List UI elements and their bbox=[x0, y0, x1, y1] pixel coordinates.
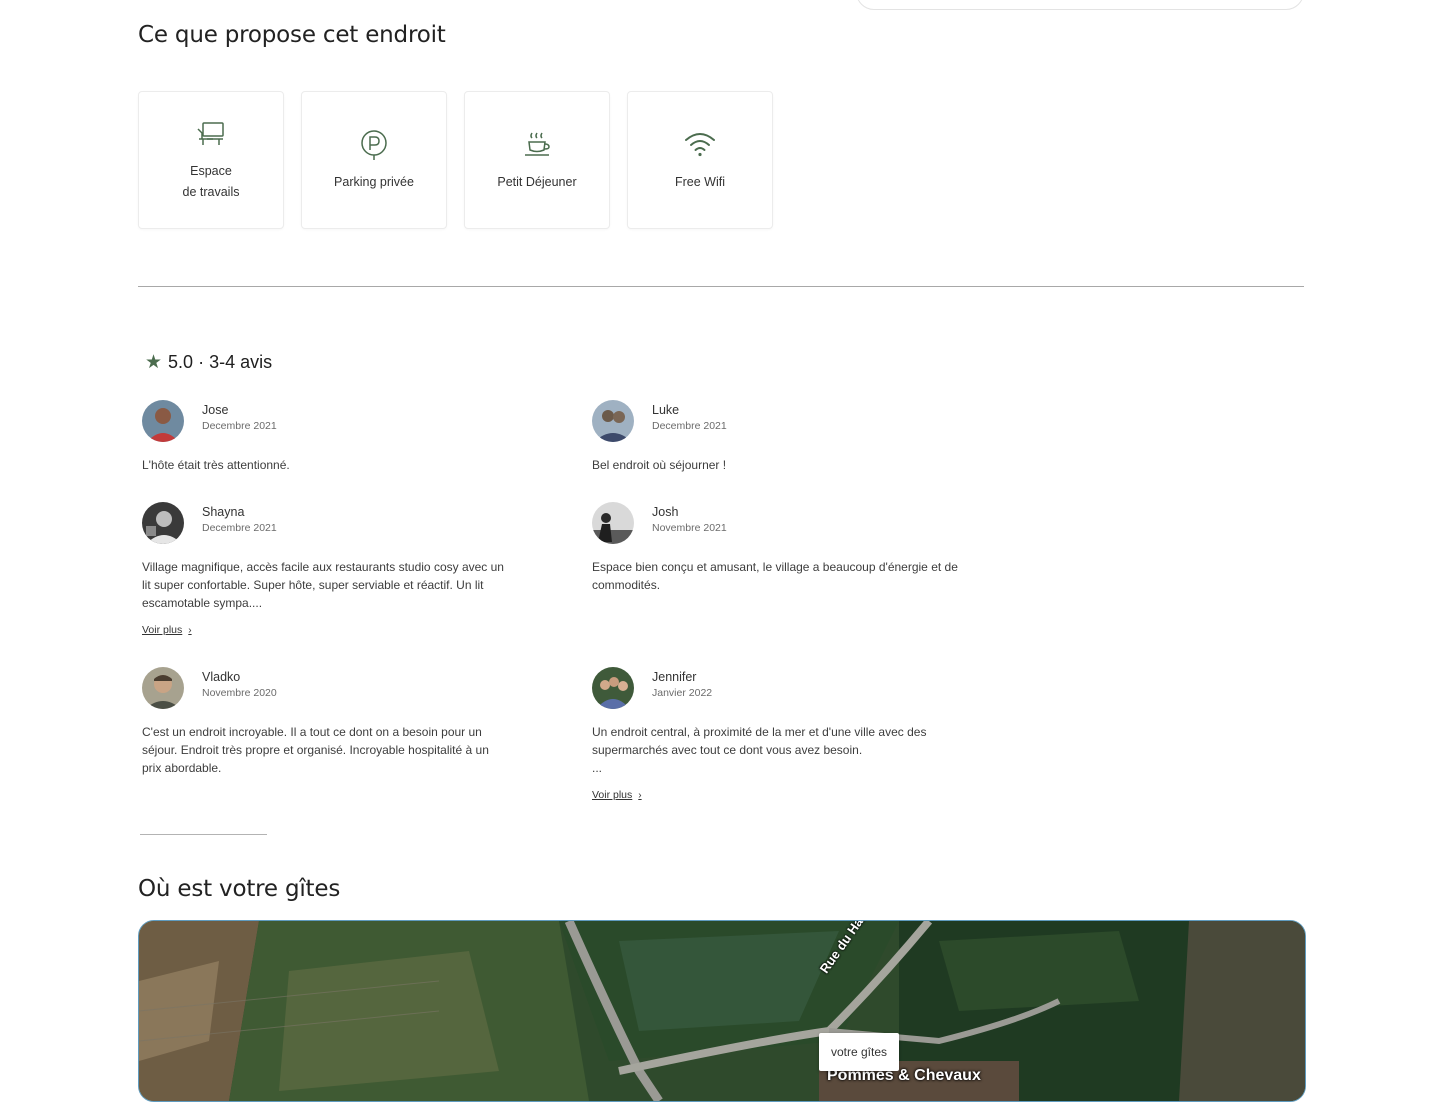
breakfast-icon bbox=[525, 132, 550, 156]
amenity-label: Espace de travails bbox=[182, 164, 240, 199]
review-text: C'est un endroit incroyable. Il a tout c… bbox=[142, 725, 489, 775]
avatar bbox=[592, 400, 634, 442]
workspace-icon bbox=[197, 122, 224, 145]
review-date: Decembre 2021 bbox=[202, 522, 277, 534]
review-card: Luke Decembre 2021 Bel endroit où séjour… bbox=[592, 400, 992, 474]
parking-icon bbox=[361, 129, 387, 160]
avatar bbox=[142, 400, 184, 442]
map-marker-label[interactable]: votre gîtes bbox=[819, 1033, 900, 1071]
review-text: Bel endroit où séjourner ! bbox=[592, 458, 727, 472]
section-divider bbox=[138, 286, 1304, 287]
location-title: Où est votre gîtes bbox=[138, 876, 341, 902]
amenity-card-parking: Parking privée bbox=[301, 91, 447, 229]
amenity-label: Free Wifi bbox=[675, 174, 725, 189]
reviewer-name: Vladko bbox=[202, 670, 241, 684]
review-text: Espace bien conçu et amusant, le village… bbox=[592, 560, 958, 592]
reviewer-name: Josh bbox=[652, 505, 679, 519]
amenity-card-wifi: Free Wifi bbox=[627, 91, 773, 229]
review-date: Decembre 2021 bbox=[652, 420, 727, 432]
avatar bbox=[592, 667, 634, 709]
avatar bbox=[142, 502, 184, 544]
star-icon: ★ bbox=[145, 352, 163, 373]
chevron-right-icon: › bbox=[638, 790, 642, 801]
amenity-label: Petit Déjeuner bbox=[497, 174, 577, 189]
reviewer-name: Shayna bbox=[202, 505, 245, 519]
review-card: Jose Decembre 2021 L'hôte était très att… bbox=[142, 400, 542, 474]
review-card: Shayna Decembre 2021 Village magnifique,… bbox=[142, 502, 542, 638]
reviewer-name: Luke bbox=[652, 403, 680, 417]
chevron-right-icon: › bbox=[188, 625, 192, 636]
reviewer-name: Jose bbox=[202, 403, 229, 417]
voir-plus-link[interactable]: Voir plus › bbox=[592, 789, 642, 801]
section-divider-short bbox=[140, 834, 267, 835]
review-text: Village magnifique, accès facile aux res… bbox=[142, 560, 504, 610]
amenity-card-breakfast: Petit Déjeuner bbox=[464, 91, 610, 229]
review-date: Decembre 2021 bbox=[202, 420, 277, 432]
rating-summary: 5.0 · 3-4 avis bbox=[168, 352, 273, 372]
review-text: Un endroit central, à proximité de la me… bbox=[592, 725, 927, 775]
review-card: Jennifer Janvier 2022 Un endroit central… bbox=[592, 667, 992, 803]
location-map[interactable]: Rue du Hamelet Pommes & Chevaux votre gî… bbox=[138, 920, 1306, 1102]
rating-heading: ★ 5.0 · 3-4 avis bbox=[145, 352, 272, 373]
review-card: Josh Novembre 2021 Espace bien conçu et … bbox=[592, 502, 992, 594]
reviewer-name: Jennifer bbox=[652, 670, 697, 684]
avatar bbox=[592, 502, 634, 544]
amenities-title: Ce que propose cet endroit bbox=[138, 22, 446, 48]
review-date: Novembre 2021 bbox=[652, 522, 727, 534]
amenity-label: Parking privée bbox=[334, 174, 414, 189]
review-date: Janvier 2022 bbox=[652, 687, 713, 699]
satellite-map-image bbox=[139, 921, 1305, 1101]
avatar bbox=[142, 667, 184, 709]
wifi-icon bbox=[685, 132, 715, 156]
amenities-list: Espace de travails Parking privée Petit … bbox=[138, 91, 773, 229]
voir-plus-link[interactable]: Voir plus › bbox=[142, 624, 192, 636]
review-text: L'hôte était très attentionné. bbox=[142, 458, 290, 472]
booking-card-edge bbox=[856, 0, 1304, 10]
review-card: Vladko Novembre 2020 C'est un endroit in… bbox=[142, 667, 542, 777]
review-date: Novembre 2020 bbox=[202, 687, 277, 699]
amenity-card-workspace: Espace de travails bbox=[138, 91, 284, 229]
